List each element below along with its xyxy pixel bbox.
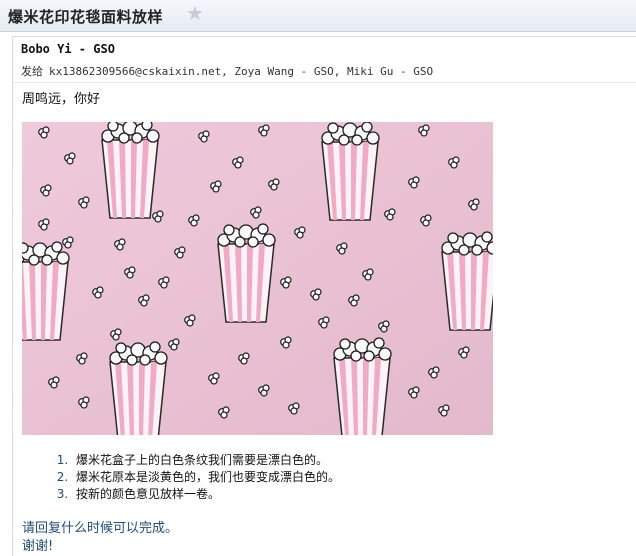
subject-bar: 爆米花印花毯面料放样 ★ <box>0 0 636 32</box>
list-item: 按新的颜色意见放样一卷。 <box>72 486 340 503</box>
recipients-list[interactable]: kx13862309566@cskaixin.net, Zoya Wang - … <box>49 65 433 78</box>
closing-text: 请回复什么时候可以完成。 <box>22 521 179 536</box>
list-item: 爆米花盒子上的白色条纹我们需要是漂白色的。 <box>72 452 340 469</box>
recipients-line: 发给 kx13862309566@cskaixin.net, Zoya Wang … <box>21 63 433 79</box>
thanks-text: 谢谢! <box>22 539 54 554</box>
star-icon[interactable]: ★ <box>186 3 204 23</box>
email-header: Bobo Yi - GSO 发给 kx13862309566@cskaixin.n… <box>13 37 636 83</box>
email-subject: 爆米花印花毯面料放样 <box>8 8 164 26</box>
list-item: 爆米花原本是淡黄色的，我们也要变成漂白色的。 <box>72 469 340 486</box>
greeting-text: 周鸣远，你好 <box>22 92 101 107</box>
instruction-list: 爆米花盒子上的白色条纹我们需要是漂白色的。 爆米花原本是淡黄色的，我们也要变成漂… <box>44 452 340 503</box>
recipients-label: 发给 <box>21 65 43 78</box>
fabric-photo <box>22 122 493 435</box>
sender-name[interactable]: Bobo Yi - GSO <box>21 42 115 56</box>
